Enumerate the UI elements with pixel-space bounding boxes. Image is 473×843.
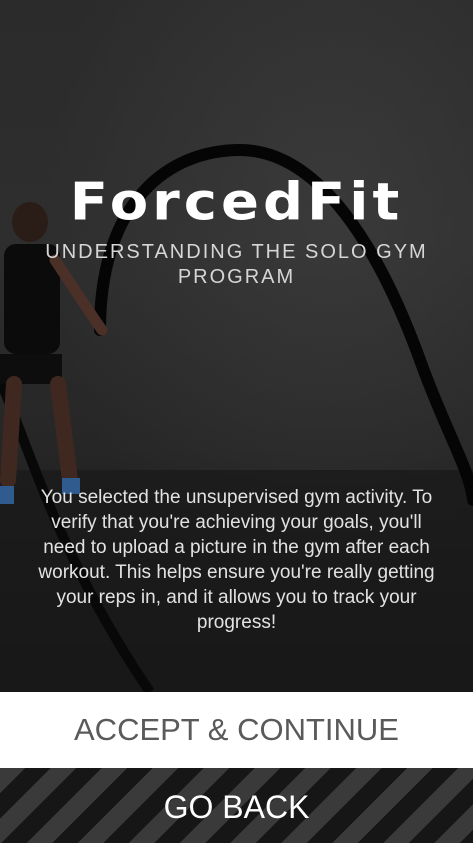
page-subtitle: UNDERSTANDING THE SOLO GYM PROGRAM xyxy=(45,241,428,288)
welcome-screen: ForcedFit UNDERSTANDING THE SOLO GYM PRO… xyxy=(0,0,473,843)
brand-logo: ForcedFit xyxy=(69,172,404,233)
accept-continue-button[interactable]: ACCEPT & CONTINUE xyxy=(0,692,473,768)
program-description: You selected the unsupervised gym activi… xyxy=(38,487,435,633)
go-back-button[interactable]: GO BACK xyxy=(0,768,473,843)
